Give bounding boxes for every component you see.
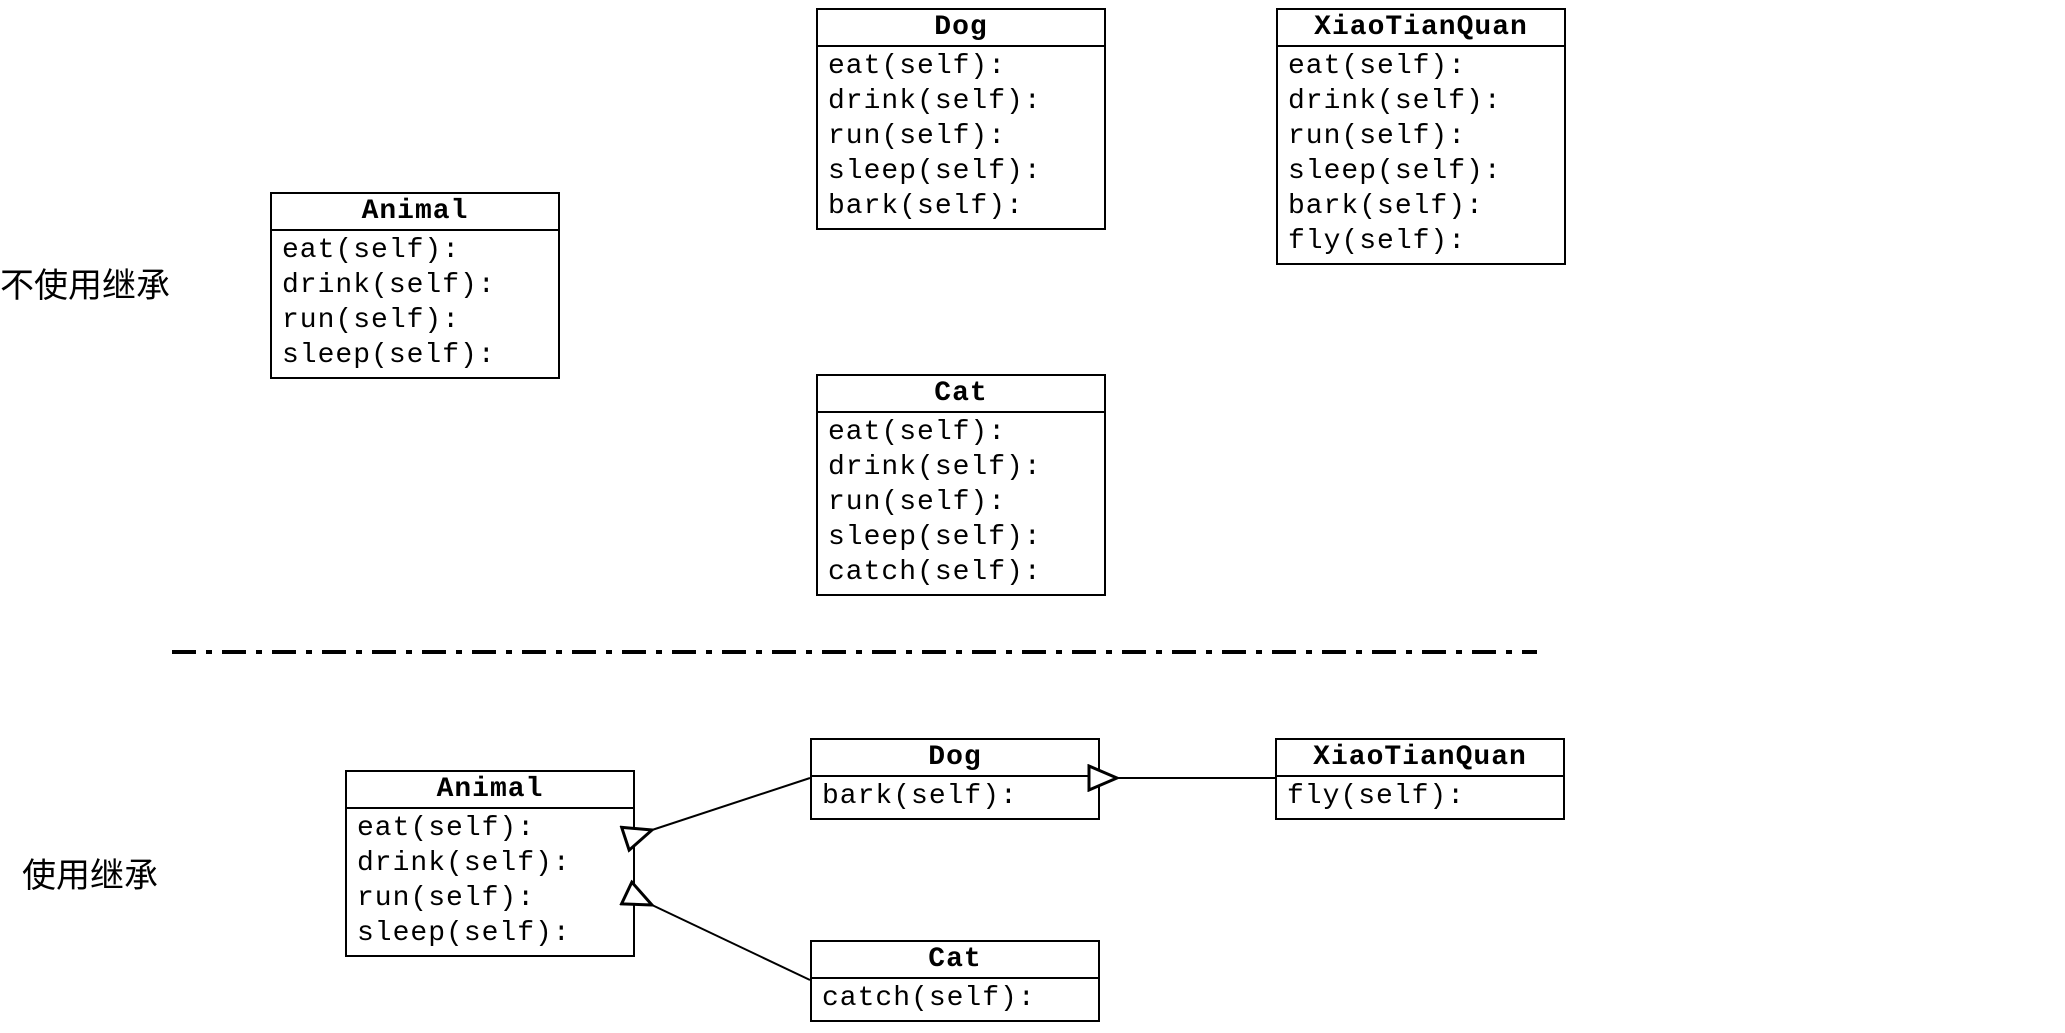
method: run(self):: [357, 881, 623, 916]
method: drink(self):: [828, 84, 1094, 119]
method: sleep(self):: [282, 338, 548, 373]
class-body: eat(self): drink(self): run(self): sleep…: [818, 413, 1104, 594]
class-animal-1: Animal eat(self): drink(self): run(self)…: [270, 192, 560, 379]
class-title: Dog: [818, 10, 1104, 47]
method: fly(self):: [1287, 779, 1553, 814]
class-title: Cat: [812, 942, 1098, 979]
class-cat-1: Cat eat(self): drink(self): run(self): s…: [816, 374, 1106, 596]
method: catch(self):: [822, 981, 1088, 1016]
method: bark(self):: [822, 779, 1088, 814]
method: sleep(self):: [828, 154, 1094, 189]
class-cat-2: Cat catch(self):: [810, 940, 1100, 1022]
method: fly(self):: [1288, 224, 1554, 259]
method: catch(self):: [828, 555, 1094, 590]
section1-label: 不使用继承: [0, 258, 170, 307]
class-body: catch(self):: [812, 979, 1098, 1020]
class-animal-2: Animal eat(self): drink(self): run(self)…: [345, 770, 635, 957]
class-body: eat(self): drink(self): run(self): sleep…: [272, 231, 558, 377]
method: eat(self):: [828, 49, 1094, 84]
class-body: fly(self):: [1277, 777, 1563, 818]
method: run(self):: [828, 119, 1094, 154]
class-title: Animal: [347, 772, 633, 809]
method: bark(self):: [828, 189, 1094, 224]
method: run(self):: [282, 303, 548, 338]
method: eat(self):: [282, 233, 548, 268]
class-body: eat(self): drink(self): run(self): sleep…: [1278, 47, 1564, 263]
method: drink(self):: [1288, 84, 1554, 119]
class-xtq-2: XiaoTianQuan fly(self):: [1275, 738, 1565, 820]
class-title: Dog: [812, 740, 1098, 777]
class-title: XiaoTianQuan: [1277, 740, 1563, 777]
method: run(self):: [828, 485, 1094, 520]
class-body: bark(self):: [812, 777, 1098, 818]
method: drink(self):: [357, 846, 623, 881]
class-body: eat(self): drink(self): run(self): sleep…: [347, 809, 633, 955]
divider-dash-dot: [172, 650, 1537, 654]
method: sleep(self):: [828, 520, 1094, 555]
class-title: XiaoTianQuan: [1278, 10, 1564, 47]
method: drink(self):: [282, 268, 548, 303]
class-title: Cat: [818, 376, 1104, 413]
method: eat(self):: [1288, 49, 1554, 84]
class-body: eat(self): drink(self): run(self): sleep…: [818, 47, 1104, 228]
method: drink(self):: [828, 450, 1094, 485]
method: run(self):: [1288, 119, 1554, 154]
method: sleep(self):: [357, 916, 623, 951]
class-xtq-1: XiaoTianQuan eat(self): drink(self): run…: [1276, 8, 1566, 265]
section2-label: 使用继承: [22, 848, 158, 897]
method: eat(self):: [357, 811, 623, 846]
method: sleep(self):: [1288, 154, 1554, 189]
method: eat(self):: [828, 415, 1094, 450]
class-dog-2: Dog bark(self):: [810, 738, 1100, 820]
method: bark(self):: [1288, 189, 1554, 224]
class-dog-1: Dog eat(self): drink(self): run(self): s…: [816, 8, 1106, 230]
class-title: Animal: [272, 194, 558, 231]
